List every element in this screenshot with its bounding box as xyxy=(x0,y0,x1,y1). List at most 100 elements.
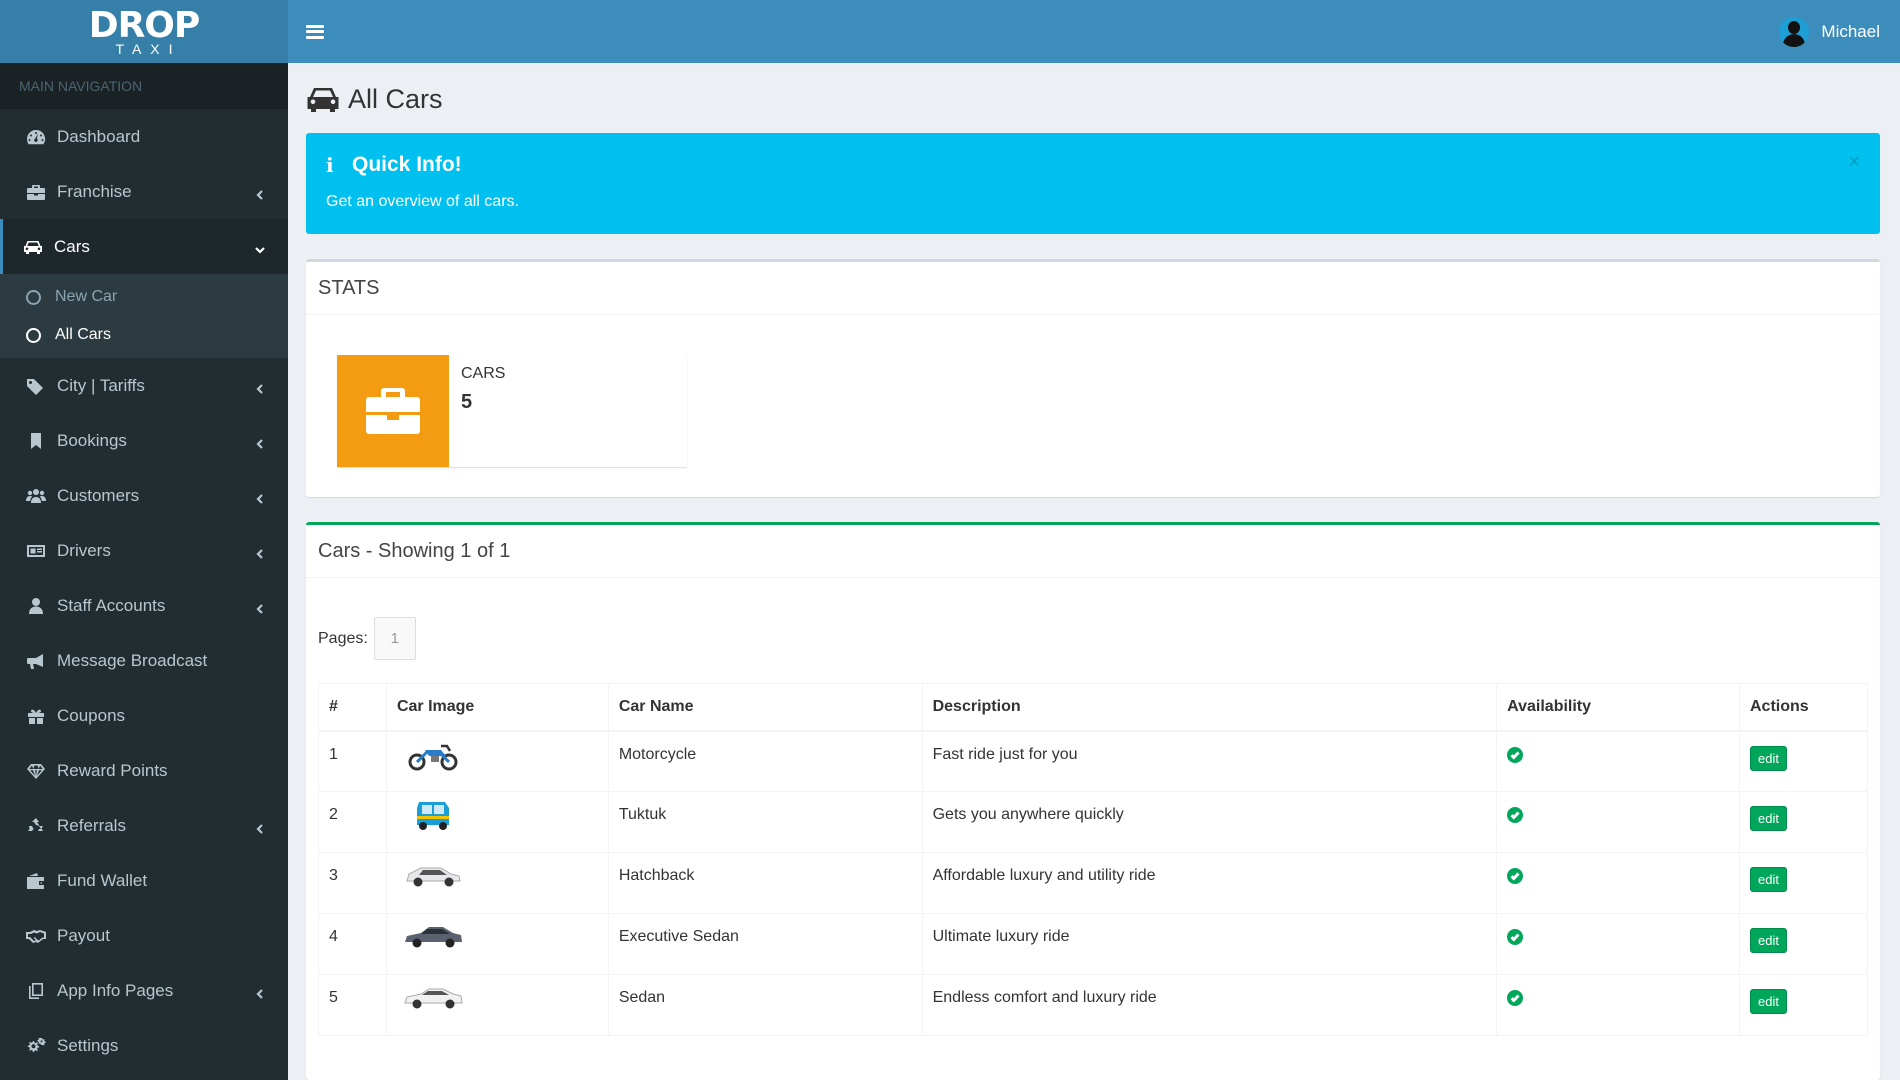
page-title-text: All Cars xyxy=(348,83,443,114)
logo-area[interactable]: DROP TAXI xyxy=(0,0,288,63)
sidebar-item-label: City | Tariffs xyxy=(57,375,145,395)
edit-button[interactable]: edit xyxy=(1750,806,1787,831)
sidebar-item-label: Cars xyxy=(54,236,90,256)
menu-toggle-icon[interactable] xyxy=(306,24,324,39)
car-name: Hatchback xyxy=(607,852,923,914)
car-icon xyxy=(307,88,339,112)
car-name: Executive Sedan xyxy=(607,913,923,975)
table-row: 1 Motorcycle Fast ride just for you edit xyxy=(318,730,1868,792)
page-button[interactable]: 1 xyxy=(373,617,416,660)
row-number: 2 xyxy=(318,791,387,853)
stats-box: STATS CARS 5 xyxy=(306,259,1880,497)
chevron-left-icon xyxy=(254,985,266,999)
main-content: All Cars i Quick Info! Get an overview o… xyxy=(288,63,1900,1080)
row-number: 5 xyxy=(318,974,387,1036)
check-circle-icon xyxy=(1507,990,1524,1006)
bullhorn-icon xyxy=(25,652,47,670)
actions-cell: edit xyxy=(1739,730,1868,792)
sidebar-item-cars[interactable]: Cars xyxy=(0,219,288,274)
column-header: # xyxy=(318,683,387,732)
car-image-cell xyxy=(385,791,609,853)
stat-label: CARS xyxy=(461,365,506,382)
chevron-left-icon xyxy=(254,820,266,834)
chevron-left-icon xyxy=(254,545,266,559)
sidebar-item-label: Dashboard xyxy=(57,126,141,146)
row-number: 1 xyxy=(318,730,387,792)
car-description: Endless comfort and luxury ride xyxy=(921,974,1498,1036)
submenu-item-all-cars[interactable]: All Cars xyxy=(0,316,288,354)
sidebar-item-drivers[interactable]: Drivers xyxy=(0,523,288,578)
sidebar-item-app-info-pages[interactable]: App Info Pages xyxy=(0,963,288,1018)
sidebar-item-customers[interactable]: Customers xyxy=(0,468,288,523)
close-icon[interactable]: × xyxy=(1848,151,1860,174)
availability-cell xyxy=(1496,791,1740,853)
quick-info-callout: i Quick Info! Get an overview of all car… xyxy=(306,133,1880,234)
row-number: 3 xyxy=(318,852,387,914)
user-menu[interactable]: Michael xyxy=(1779,16,1880,47)
circle-icon xyxy=(26,327,41,343)
dashboard-icon xyxy=(25,128,47,146)
sidebar-item-label: Fund Wallet xyxy=(57,870,148,890)
briefcase-icon xyxy=(337,355,449,467)
copy-icon xyxy=(25,982,47,1000)
car-name: Sedan xyxy=(607,974,923,1036)
chevron-left-icon xyxy=(254,380,266,394)
car-description: Affordable luxury and utility ride xyxy=(921,852,1498,914)
actions-cell: edit xyxy=(1739,791,1868,853)
logo[interactable]: DROP TAXI xyxy=(88,4,201,57)
users-icon xyxy=(25,487,47,505)
car-description: Gets you anywhere quickly xyxy=(921,791,1498,853)
sidebar-item-dashboard[interactable]: Dashboard xyxy=(0,109,288,164)
motorcycle-image xyxy=(408,744,458,770)
sidebar-item-fund-wallet[interactable]: Fund Wallet xyxy=(0,853,288,908)
circle-icon xyxy=(26,289,41,305)
sidebar-item-settings[interactable]: Settings xyxy=(0,1018,288,1073)
submenu-item-new-car[interactable]: New Car xyxy=(0,278,288,316)
edit-button[interactable]: edit xyxy=(1750,989,1787,1014)
chevron-left-icon xyxy=(254,490,266,504)
availability-cell xyxy=(1496,852,1740,914)
sidebar-item-payout[interactable]: Payout xyxy=(0,908,288,963)
chevron-down-icon xyxy=(254,241,266,254)
check-circle-icon xyxy=(1507,746,1524,763)
car-icon xyxy=(22,238,44,256)
callout-text: Get an overview of all cars. xyxy=(326,193,519,210)
wallet-icon xyxy=(25,872,47,890)
row-number: 4 xyxy=(318,913,387,975)
sidebar-item-label: Drivers xyxy=(57,540,111,560)
sidebar-item-message-broadcast[interactable]: Message Broadcast xyxy=(0,633,288,688)
bookmark-icon xyxy=(25,432,47,450)
sidebar-item-franchise[interactable]: Franchise xyxy=(0,164,288,219)
edit-button[interactable]: edit xyxy=(1750,867,1787,892)
stats-header: STATS xyxy=(306,262,1880,315)
callout-title: Quick Info! xyxy=(352,153,462,176)
sidebar-item-label: Settings xyxy=(57,1035,119,1055)
sidebar-item-reward-points[interactable]: Reward Points xyxy=(0,743,288,798)
briefcase-icon xyxy=(25,183,47,201)
hatchback-image xyxy=(406,867,461,887)
sidebar-item-bookings[interactable]: Bookings xyxy=(0,413,288,468)
edit-button[interactable]: edit xyxy=(1750,928,1787,953)
sidebar-item-coupons[interactable]: Coupons xyxy=(0,688,288,743)
logo-sub: TAXI xyxy=(115,40,182,57)
sedan-image xyxy=(404,988,463,1009)
pagination: Pages: 1 xyxy=(318,617,416,660)
nav-header: MAIN NAVIGATION xyxy=(0,63,288,109)
check-circle-icon xyxy=(1507,807,1524,823)
sidebar-item-staff-accounts[interactable]: Staff Accounts xyxy=(0,578,288,633)
cars-stat-card: CARS 5 xyxy=(337,355,687,467)
check-circle-icon xyxy=(1507,929,1524,945)
cars-submenu: New Car All Cars xyxy=(0,274,288,358)
edit-button[interactable]: edit xyxy=(1750,745,1787,771)
actions-cell: edit xyxy=(1739,913,1868,975)
diamond-icon xyxy=(25,762,47,780)
car-name: Motorcycle xyxy=(607,730,923,792)
cars-header: Cars - Showing 1 of 1 xyxy=(306,525,1880,578)
sidebar-item-city-tariffs[interactable]: City | Tariffs xyxy=(0,358,288,413)
sidebar-item-referrals[interactable]: Referrals xyxy=(0,798,288,853)
car-image-cell xyxy=(385,974,609,1036)
car-image-cell xyxy=(385,730,609,792)
logo-main: DROP xyxy=(88,4,201,46)
handshake-icon xyxy=(25,927,47,945)
column-header: Actions xyxy=(1739,683,1868,732)
